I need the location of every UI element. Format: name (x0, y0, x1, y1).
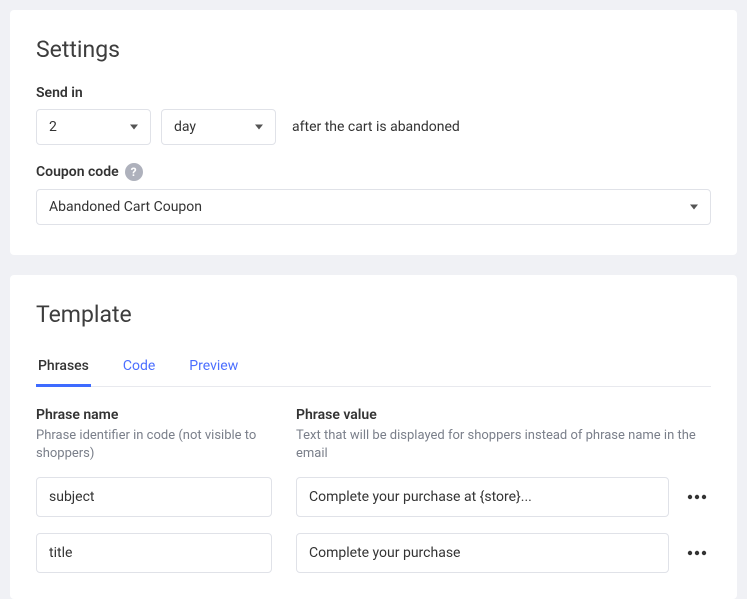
phrase-columns-header: Phrase name Phrase identifier in code (n… (36, 407, 711, 477)
more-actions-button[interactable] (683, 539, 711, 567)
template-title: Template (36, 301, 711, 328)
phrase-value-inputs (296, 477, 711, 573)
chevron-down-icon (255, 125, 263, 130)
template-tabs: Phrases Code Preview (36, 350, 711, 387)
help-icon[interactable]: ? (125, 163, 143, 181)
send-quantity-select[interactable]: 2 (36, 109, 151, 145)
phrase-name-input[interactable] (36, 477, 272, 517)
send-in-label: Send in (36, 85, 83, 101)
phrase-value-column-header: Phrase value Text that will be displayed… (296, 407, 711, 477)
settings-card: Settings Send in 2 day after the cart is… (10, 10, 737, 255)
more-actions-button[interactable] (683, 483, 711, 511)
phrase-name-column-header: Phrase name Phrase identifier in code (n… (36, 407, 272, 477)
send-quantity-value: 2 (49, 119, 57, 135)
coupon-label-text: Coupon code (36, 164, 119, 180)
send-unit-value: day (174, 119, 196, 135)
tab-code[interactable]: Code (121, 350, 157, 387)
phrase-value-sub: Text that will be displayed for shoppers… (296, 427, 711, 463)
send-in-row: 2 day after the cart is abandoned (36, 109, 711, 145)
coupon-select[interactable]: Abandoned Cart Coupon (36, 189, 711, 225)
chevron-down-icon (130, 125, 138, 130)
phrase-value-heading: Phrase value (296, 407, 711, 423)
coupon-field: Coupon code ? Abandoned Cart Coupon (36, 163, 711, 225)
send-unit-select[interactable]: day (161, 109, 276, 145)
phrase-name-input[interactable] (36, 533, 272, 573)
send-in-field: Send in 2 day after the cart is abandone… (36, 85, 711, 145)
dots-horizontal-icon (687, 494, 707, 500)
template-card: Template Phrases Code Preview Phrase nam… (10, 275, 737, 599)
chevron-down-icon (690, 205, 698, 210)
phrase-value-input[interactable] (296, 533, 669, 573)
phrase-name-sub: Phrase identifier in code (not visible t… (36, 427, 272, 463)
phrase-value-row (296, 533, 711, 573)
tab-phrases[interactable]: Phrases (36, 350, 91, 387)
phrase-value-row (296, 477, 711, 517)
send-suffix-text: after the cart is abandoned (292, 119, 460, 135)
phrase-rows (36, 477, 711, 573)
settings-title: Settings (36, 36, 711, 63)
phrase-name-inputs (36, 477, 272, 573)
tab-preview[interactable]: Preview (187, 350, 240, 387)
phrase-name-heading: Phrase name (36, 407, 272, 423)
phrase-value-input[interactable] (296, 477, 669, 517)
dots-horizontal-icon (687, 550, 707, 556)
coupon-label: Coupon code ? (36, 163, 143, 181)
coupon-value: Abandoned Cart Coupon (49, 199, 202, 215)
